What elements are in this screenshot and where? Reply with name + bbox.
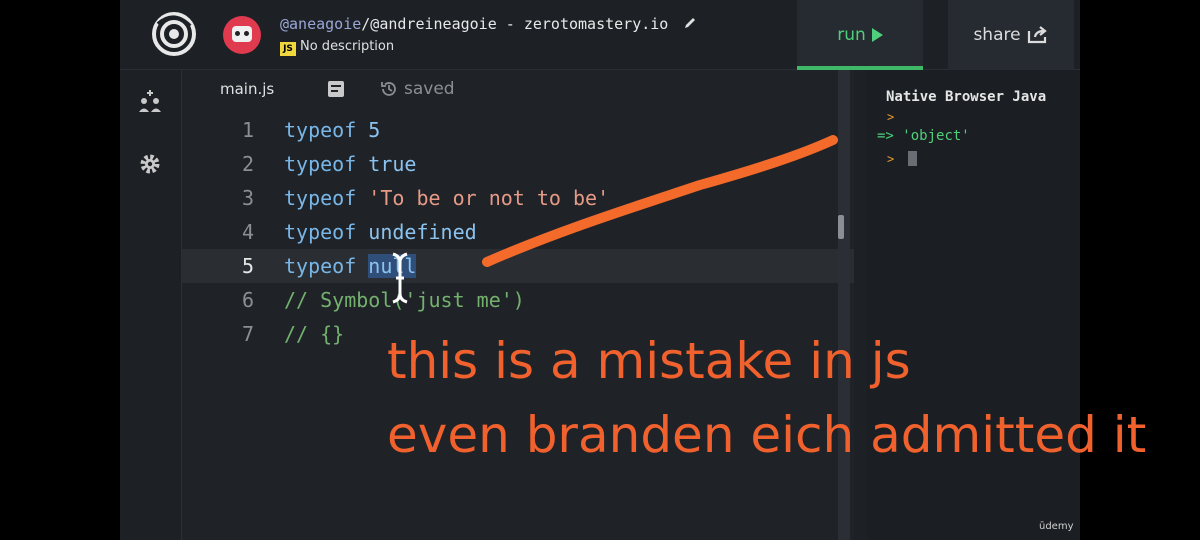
- document-icon[interactable]: [328, 81, 344, 97]
- run-label: run: [837, 25, 866, 45]
- line-number: 6: [241, 288, 254, 312]
- history-icon: [381, 82, 396, 96]
- editor-tab-bar: main.js saved: [182, 70, 854, 110]
- console-cursor[interactable]: [908, 151, 917, 166]
- code-area[interactable]: 1 typeof 5 2 typeof true 3 typeof 'To be or…: [182, 113, 854, 351]
- repl-logo-icon[interactable]: [152, 12, 196, 56]
- user-handle[interactable]: @aneagoie: [280, 15, 361, 33]
- code-editor[interactable]: main.js saved 1 typeof 5 2 typeof true 3 ty…: [182, 70, 854, 540]
- play-icon: [871, 28, 883, 42]
- code-line-active[interactable]: 5 typeof null: [182, 249, 854, 283]
- repl-title[interactable]: @aneagoie/@andreineagoie - zerotomastery…: [280, 15, 697, 33]
- code-line[interactable]: 2 typeof true: [182, 147, 854, 181]
- code-value: 'To be or not to be': [368, 186, 610, 210]
- result-arrow: =>: [877, 128, 894, 144]
- code-line[interactable]: 1 typeof 5: [182, 113, 854, 147]
- add-user-icon[interactable]: [136, 88, 164, 116]
- share-icon: [1027, 26, 1047, 44]
- save-status: saved: [380, 79, 455, 99]
- keyword: typeof: [284, 254, 357, 278]
- repl-path: /@andreineagoie - zerotomastery.io: [361, 15, 669, 33]
- description-text: No description: [300, 39, 395, 54]
- udemy-watermark: ūdemy: [1039, 521, 1074, 532]
- repl-description[interactable]: JS No description: [280, 39, 394, 56]
- keyword: typeof: [284, 152, 357, 176]
- code-value: 5: [368, 118, 381, 142]
- console-title: Native Browser Java: [886, 89, 1047, 105]
- annotation-line-2: even branden eich admitted it: [387, 406, 1147, 464]
- js-language-badge: JS: [280, 42, 296, 56]
- share-button[interactable]: share: [948, 0, 1074, 70]
- scrollbar-thumb[interactable]: [838, 215, 844, 239]
- gear-icon[interactable]: [136, 150, 164, 178]
- line-number: 4: [241, 220, 254, 244]
- top-bar: @aneagoie/@andreineagoie - zerotomastery…: [120, 0, 1080, 70]
- console-panel[interactable]: Native Browser Java > => 'object' >: [867, 70, 1080, 540]
- keyword: typeof: [284, 220, 357, 244]
- user-avatar[interactable]: [223, 16, 261, 54]
- tab-main-js[interactable]: main.js: [220, 80, 274, 98]
- share-label: share: [973, 25, 1021, 45]
- robot-face-icon: [232, 26, 252, 42]
- keyword: typeof: [284, 118, 357, 142]
- code-comment: // {}: [284, 322, 345, 346]
- run-button[interactable]: run: [797, 0, 923, 70]
- result-value: 'object': [902, 128, 970, 144]
- line-number: 5: [241, 254, 254, 278]
- code-line[interactable]: 3 typeof 'To be or not to be': [182, 181, 854, 215]
- code-line[interactable]: 4 typeof undefined: [182, 215, 854, 249]
- console-result: => 'object': [877, 128, 970, 144]
- line-number: 3: [241, 186, 254, 210]
- saved-label: saved: [404, 79, 455, 99]
- code-value: undefined: [368, 220, 477, 244]
- line-number: 7: [241, 322, 254, 346]
- editor-scrollbar[interactable]: [838, 70, 850, 540]
- annotation-line-1: this is a mistake in js: [387, 332, 911, 390]
- console-prompt: >: [887, 110, 895, 124]
- code-line[interactable]: 6// Symbol('just me'): [182, 283, 854, 317]
- text-cursor-icon: [392, 252, 408, 304]
- left-sidebar: [120, 70, 182, 540]
- console-input-prompt: >: [887, 152, 895, 166]
- keyword: typeof: [284, 186, 357, 210]
- pencil-icon[interactable]: [683, 16, 697, 30]
- line-number: 1: [241, 118, 254, 142]
- code-value: true: [368, 152, 417, 176]
- line-number: 2: [241, 152, 254, 176]
